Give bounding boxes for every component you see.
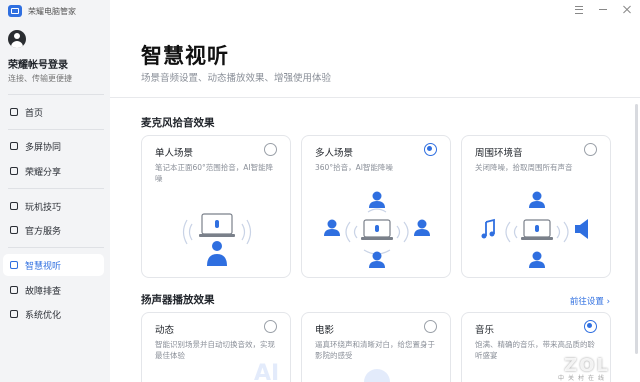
app-logo-icon [8, 5, 22, 17]
sidebar-item-troubleshoot[interactable]: 故障排查 [3, 279, 104, 301]
service-icon [9, 225, 19, 235]
minimize-icon[interactable] [598, 4, 608, 14]
sidebar-item-label: 玩机技巧 [25, 202, 62, 213]
header-divider [110, 97, 640, 98]
card-title: 周围环境音 [475, 148, 523, 159]
menu-icon[interactable] [574, 4, 584, 14]
sidebar-item-label: 系统优化 [25, 310, 62, 321]
sidebar-item-label: 荣耀分享 [25, 167, 62, 178]
page-title: 智慧视听 [141, 44, 229, 68]
card-multi-scene[interactable]: 多人场景 360°拾音，AI智能降噪 [301, 135, 451, 278]
app-title: 荣耀电脑管家 [28, 6, 76, 16]
troubleshoot-icon [9, 285, 19, 295]
card-movie[interactable]: 电影 逼真环绕声和清晰对白，给您置身于影院的感受 [301, 312, 451, 382]
close-icon[interactable] [622, 4, 632, 14]
sidebar: 荣耀电脑管家 荣耀帐号登录 连接、传输更便捷 首页 多屏协同 荣耀分享 玩机技巧… [0, 0, 110, 382]
sidebar-divider [8, 188, 104, 189]
multi-scene-illustration [324, 191, 430, 268]
share-icon [9, 166, 19, 176]
card-desc: 笔记本正面60°范围拾音，AI智能降噪 [155, 163, 274, 183]
radio-music[interactable] [584, 320, 597, 333]
sidebar-item-share[interactable]: 荣耀分享 [3, 160, 104, 182]
card-desc: 关闭降噪，拾取周围所有声音 [475, 163, 573, 172]
radio-ambient-sound[interactable] [584, 143, 597, 156]
card-single-scene[interactable]: 单人场景 笔记本正面60°范围拾音，AI智能降噪 [141, 135, 291, 278]
radio-single-scene[interactable] [264, 143, 277, 156]
sidebar-item-label: 故障排查 [25, 286, 62, 297]
account-login-title[interactable]: 荣耀帐号登录 [8, 56, 68, 71]
card-title: 单人场景 [155, 148, 194, 159]
card-title: 音乐 [475, 325, 495, 336]
watermark-subtext: 中关村在线 [557, 375, 608, 382]
sidebar-item-optimize[interactable]: 系统优化 [3, 303, 104, 325]
sidebar-item-label: 官方服务 [25, 226, 62, 237]
film-reel-icon [364, 369, 390, 382]
tips-icon [9, 201, 19, 211]
app-title-bar: 荣耀电脑管家 [8, 4, 76, 18]
sidebar-item-service[interactable]: 官方服务 [3, 219, 104, 241]
sidebar-item-label: 多屏协同 [25, 142, 62, 153]
sidebar-item-home[interactable]: 首页 [3, 101, 104, 123]
avatar[interactable] [8, 30, 26, 48]
sidebar-item-smart-av[interactable]: 智慧视听 [3, 254, 104, 276]
headphone-icon [9, 260, 19, 270]
window-controls [574, 4, 632, 14]
card-ambient-sound[interactable]: 周围环境音 关闭降噪，拾取周围所有声音 [461, 135, 611, 278]
ambient-sound-illustration [481, 191, 588, 268]
radio-movie[interactable] [424, 320, 437, 333]
scrollbar[interactable] [635, 104, 638, 354]
sidebar-item-label: 首页 [25, 108, 44, 119]
sidebar-item-label: 智慧视听 [25, 261, 62, 272]
card-desc: 360°拾音，AI智能降噪 [315, 163, 393, 172]
radio-dynamic[interactable] [264, 320, 277, 333]
sidebar-item-multi-screen[interactable]: 多屏协同 [3, 135, 104, 157]
page-subtitle: 场景音频设置、动态播放效果、增强使用体验 [141, 73, 332, 84]
radio-multi-scene[interactable] [424, 143, 437, 156]
card-desc: 逼真环绕声和清晰对白，给您置身于影院的感受 [315, 340, 435, 360]
sidebar-item-tips[interactable]: 玩机技巧 [3, 195, 104, 217]
main-panel: 智慧视听 场景音频设置、动态播放效果、增强使用体验 麦克风拾音效果 单人场景 笔… [110, 0, 640, 382]
sidebar-divider [8, 247, 104, 248]
mic-section-title: 麦克风拾音效果 [141, 117, 215, 129]
single-scene-illustration [182, 213, 252, 266]
speaker-section-title: 扬声器播放效果 [141, 294, 215, 306]
ai-badge-icon: AI [254, 361, 280, 382]
sidebar-divider [8, 129, 104, 130]
multi-screen-icon [9, 141, 19, 151]
card-title: 动态 [155, 325, 175, 336]
sidebar-divider [8, 94, 104, 95]
home-icon [9, 107, 19, 117]
card-title: 电影 [315, 325, 335, 336]
go-settings-link[interactable]: 前往设置 › [570, 295, 610, 307]
optimize-icon [9, 309, 19, 319]
card-desc: 智能识别场景并自动切换音效，实现最佳体验 [155, 340, 275, 360]
card-dynamic[interactable]: 动态 智能识别场景并自动切换音效，实现最佳体验 AI [141, 312, 291, 382]
card-title: 多人场景 [315, 148, 354, 159]
account-login-subtitle: 连接、传输更便捷 [8, 74, 72, 83]
